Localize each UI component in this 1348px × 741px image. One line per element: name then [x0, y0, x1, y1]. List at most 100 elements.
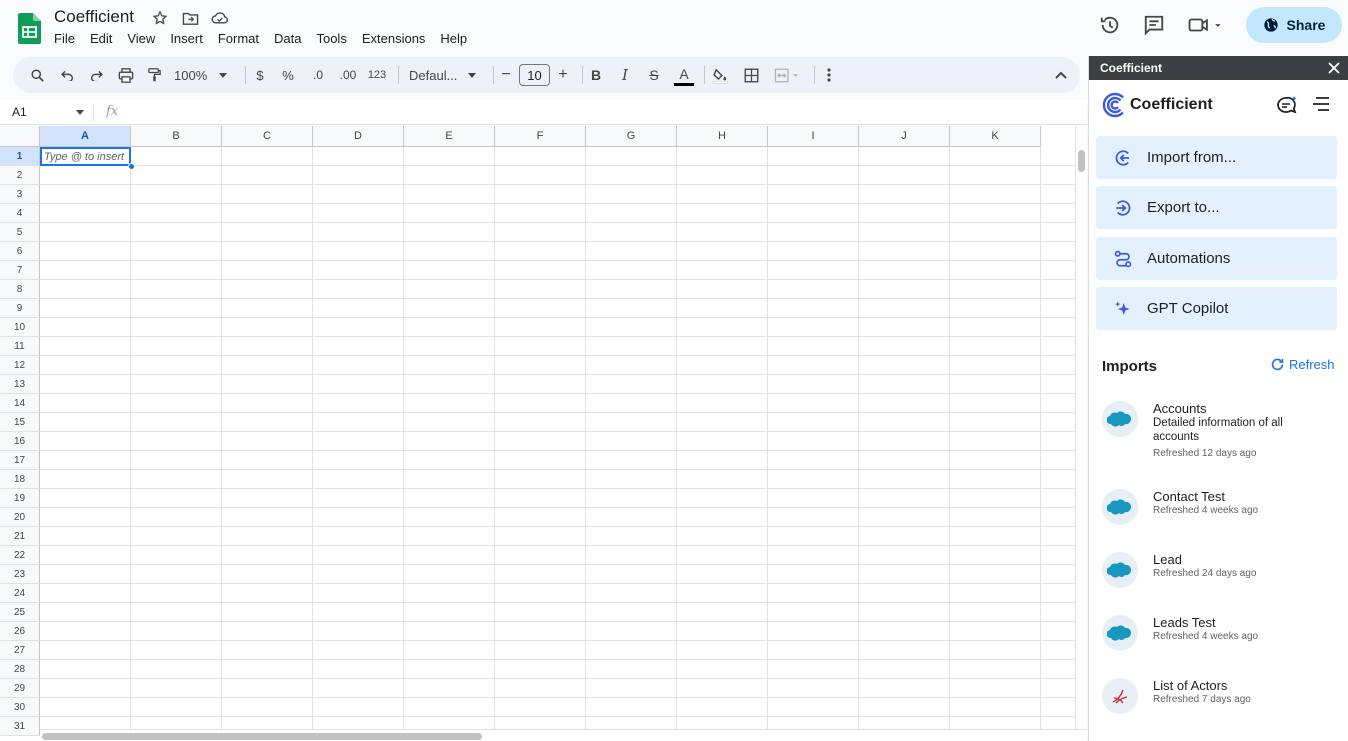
star-icon[interactable] — [150, 9, 170, 27]
menu-help[interactable]: Help — [440, 31, 475, 46]
menu-extensions[interactable]: Extensions — [362, 31, 434, 46]
row-header[interactable]: 15 — [0, 413, 40, 432]
automations-button[interactable]: Automations — [1096, 237, 1337, 280]
row-header[interactable]: 19 — [0, 489, 40, 508]
version-history-icon[interactable] — [1098, 13, 1122, 37]
redo-icon[interactable] — [86, 57, 106, 93]
meet-video-icon[interactable] — [1186, 13, 1226, 37]
row-header[interactable]: 29 — [0, 679, 40, 698]
chat-sparkle-icon[interactable] — [1275, 94, 1299, 116]
row-header[interactable]: 2 — [0, 166, 40, 185]
column-header[interactable]: G — [586, 126, 677, 147]
text-color-button[interactable]: A — [673, 57, 695, 93]
undo-icon[interactable] — [57, 57, 77, 93]
row-header[interactable]: 8 — [0, 280, 40, 299]
name-box-chevron-icon[interactable] — [76, 110, 84, 115]
row-header[interactable]: 10 — [0, 318, 40, 337]
row-header[interactable]: 6 — [0, 242, 40, 261]
more-options-icon[interactable] — [821, 57, 837, 93]
paint-format-icon[interactable] — [144, 57, 164, 93]
sheets-logo-icon[interactable] — [18, 13, 41, 44]
search-menus-icon[interactable] — [27, 57, 47, 93]
column-header[interactable]: H — [677, 126, 768, 147]
number-format-button[interactable]: 123 — [367, 57, 387, 93]
comments-icon[interactable] — [1142, 13, 1166, 37]
row-header[interactable]: 7 — [0, 261, 40, 280]
font-select[interactable]: Defaul... — [409, 57, 481, 93]
column-header[interactable]: D — [313, 126, 404, 147]
column-header[interactable]: F — [495, 126, 586, 147]
row-header[interactable]: 1 — [0, 147, 40, 166]
export-to-button[interactable]: Export to... — [1096, 186, 1337, 229]
row-header[interactable]: 31 — [0, 717, 40, 736]
import-item[interactable]: Accounts Detailed information of all acc… — [1102, 401, 1337, 461]
horizontal-scrollbar[interactable] — [40, 729, 1087, 741]
borders-icon[interactable] — [741, 57, 761, 93]
menu-insert[interactable]: Insert — [170, 31, 211, 46]
column-header[interactable]: B — [131, 126, 222, 147]
active-cell-a1[interactable]: Type @ to insert — [40, 147, 131, 166]
share-button[interactable]: Share — [1246, 7, 1342, 43]
name-box[interactable]: A1 — [12, 105, 27, 119]
import-item[interactable]: List of Actors Refreshed 7 days ago — [1102, 678, 1337, 718]
row-header[interactable]: 13 — [0, 375, 40, 394]
cloud-saved-icon[interactable] — [210, 9, 230, 27]
percent-format-button[interactable]: % — [281, 57, 295, 93]
row-header[interactable]: 18 — [0, 470, 40, 489]
decrease-decimal-button[interactable]: .0 — [308, 57, 328, 93]
gpt-copilot-button[interactable]: GPT Copilot — [1096, 287, 1337, 330]
row-header[interactable]: 16 — [0, 432, 40, 451]
decrease-font-size-button[interactable]: − — [499, 57, 513, 93]
menu-format[interactable]: Format — [218, 31, 267, 46]
move-folder-icon[interactable] — [180, 9, 200, 27]
zoom-select[interactable]: 100% — [174, 57, 234, 93]
currency-format-button[interactable]: $ — [253, 57, 267, 93]
select-all-corner[interactable] — [0, 126, 40, 147]
import-item[interactable]: Contact Test Refreshed 4 weeks ago — [1102, 489, 1337, 529]
row-header[interactable]: 21 — [0, 527, 40, 546]
vertical-scrollbar[interactable] — [1075, 126, 1087, 741]
cell-area[interactable] — [40, 147, 1080, 741]
import-item[interactable]: Leads Test Refreshed 4 weeks ago — [1102, 615, 1337, 655]
row-header[interactable]: 5 — [0, 223, 40, 242]
column-header[interactable]: E — [404, 126, 495, 147]
row-header[interactable]: 24 — [0, 584, 40, 603]
fill-handle[interactable] — [128, 163, 135, 170]
column-header[interactable]: J — [859, 126, 950, 147]
import-from-button[interactable]: Import from... — [1096, 136, 1337, 179]
row-header[interactable]: 22 — [0, 546, 40, 565]
import-item[interactable]: Lead Refreshed 24 days ago — [1102, 552, 1337, 592]
row-header[interactable]: 28 — [0, 660, 40, 679]
row-header[interactable]: 26 — [0, 622, 40, 641]
horizontal-scroll-thumb[interactable] — [42, 733, 482, 740]
hamburger-menu-icon[interactable] — [1312, 96, 1330, 112]
menu-data[interactable]: Data — [274, 31, 309, 46]
vertical-scroll-thumb[interactable] — [1078, 150, 1085, 172]
fill-color-icon[interactable] — [710, 57, 730, 93]
column-header[interactable]: C — [222, 126, 313, 147]
row-header[interactable]: 9 — [0, 299, 40, 318]
close-icon[interactable] — [1326, 60, 1342, 76]
menu-view[interactable]: View — [127, 31, 163, 46]
row-header[interactable]: 11 — [0, 337, 40, 356]
row-header[interactable]: 20 — [0, 508, 40, 527]
row-header[interactable]: 17 — [0, 451, 40, 470]
menu-edit[interactable]: Edit — [90, 31, 120, 46]
column-header[interactable]: A — [40, 126, 131, 147]
row-header[interactable]: 27 — [0, 641, 40, 660]
bold-button[interactable]: B — [589, 57, 603, 93]
row-header[interactable]: 25 — [0, 603, 40, 622]
row-header[interactable]: 12 — [0, 356, 40, 375]
increase-decimal-button[interactable]: .00 — [336, 57, 360, 93]
column-header[interactable]: K — [950, 126, 1041, 147]
row-header[interactable]: 3 — [0, 185, 40, 204]
italic-button[interactable]: I — [618, 57, 632, 93]
font-size-input[interactable]: 10 — [519, 64, 550, 86]
row-header[interactable]: 4 — [0, 204, 40, 223]
column-header[interactable]: I — [768, 126, 859, 147]
collapse-menu-icon[interactable] — [1051, 57, 1071, 93]
increase-font-size-button[interactable]: + — [556, 57, 570, 93]
menu-tools[interactable]: Tools — [316, 31, 354, 46]
strikethrough-button[interactable]: S — [647, 57, 661, 93]
row-header[interactable]: 23 — [0, 565, 40, 584]
